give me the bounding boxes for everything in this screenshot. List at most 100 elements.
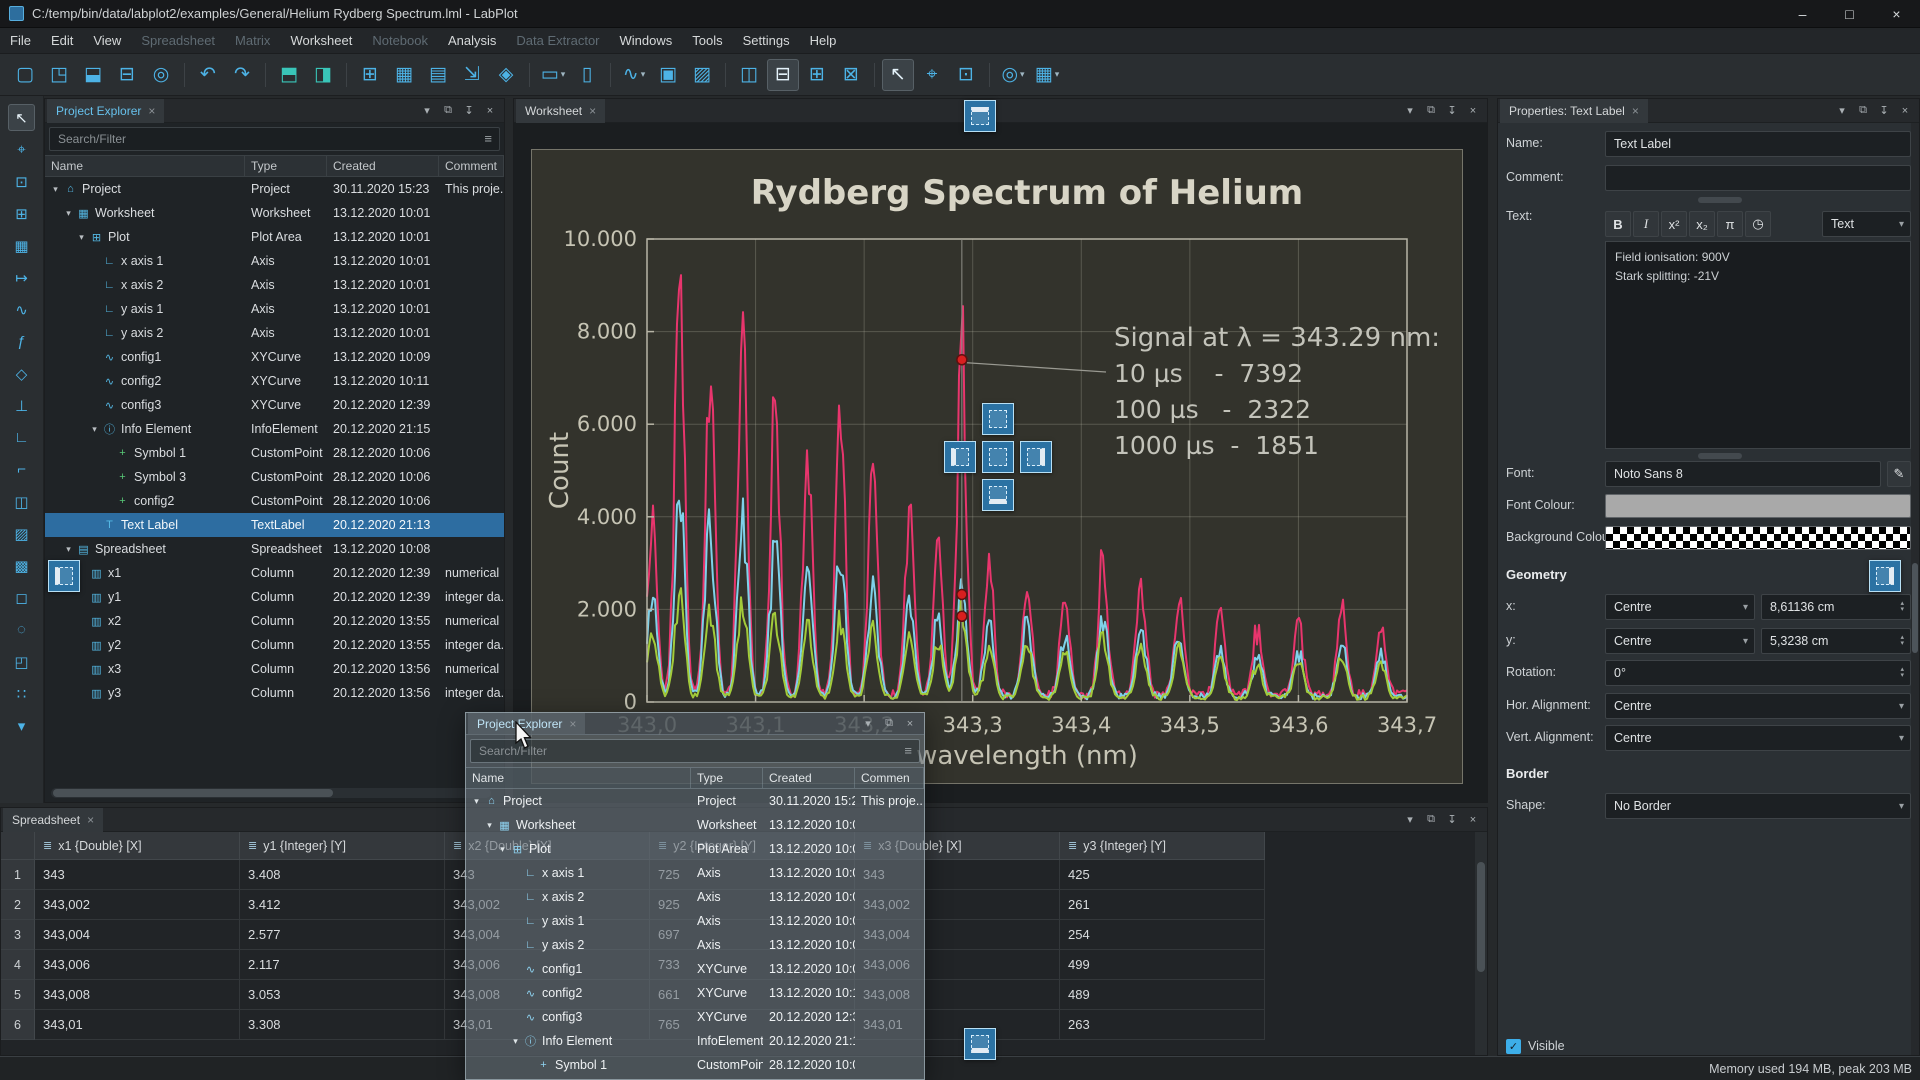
expander-icon[interactable]: ▾ xyxy=(483,820,496,831)
subscript-button[interactable]: x₂ xyxy=(1689,211,1715,237)
menu-view[interactable]: View xyxy=(83,28,131,53)
y-anchor-select[interactable]: Centre▾ xyxy=(1605,628,1755,654)
tree-row-y2[interactable]: ▥y2Column20.12.2020 13:55integer da... xyxy=(45,633,504,657)
rotation-spinbox[interactable]: 0° ▴▾ xyxy=(1605,660,1911,686)
sheet-cell[interactable]: 425 xyxy=(1060,860,1265,890)
add-legend-button[interactable]: ⌐ xyxy=(8,456,35,483)
row-number[interactable]: 2 xyxy=(1,890,35,920)
tree-row-project[interactable]: ▾⌂ProjectProject30.11.2020 15:23This pro… xyxy=(466,789,924,813)
dock-close-button[interactable]: × xyxy=(481,102,499,120)
dock-close-button[interactable]: × xyxy=(1464,102,1482,120)
tree-row-config2[interactable]: +config2CustomPoint28.12.2020 10:06 xyxy=(45,489,504,513)
new-worksheet-button[interactable]: ▭▾ xyxy=(537,59,569,91)
dock-float-button[interactable]: ⧉ xyxy=(1854,102,1872,120)
sheet-cell[interactable]: 343,002 xyxy=(35,890,240,920)
dock-menu-button[interactable]: ▾ xyxy=(1401,811,1419,829)
row-number[interactable]: 4 xyxy=(1,950,35,980)
expander-icon[interactable]: ▾ xyxy=(509,1036,522,1047)
dock-pin-button[interactable]: ↧ xyxy=(1443,102,1461,120)
dock-close-button[interactable]: × xyxy=(901,715,919,733)
sheet-cell[interactable]: 343 xyxy=(35,860,240,890)
dock-float-button[interactable]: ⧉ xyxy=(880,715,898,733)
dock-indicator-down[interactable] xyxy=(982,479,1014,511)
column-header-type[interactable]: Type xyxy=(691,768,763,788)
tab-worksheet[interactable]: Worksheet × xyxy=(516,99,605,123)
sheet-cell[interactable]: 499 xyxy=(1060,950,1265,980)
region-ellipse-button[interactable]: ◌ xyxy=(8,616,35,643)
add-image-button[interactable]: ▨ xyxy=(8,520,35,547)
tab-close-icon[interactable]: × xyxy=(1632,104,1639,118)
x-anchor-select[interactable]: Centre▾ xyxy=(1605,594,1755,620)
add-function-button[interactable]: ƒ xyxy=(8,328,35,355)
select-tool-button[interactable]: ↖ xyxy=(882,59,914,91)
tab-close-icon[interactable]: × xyxy=(87,813,94,827)
tree-row-y-axis-1[interactable]: ∟y axis 1Axis13.12.2020 10:01 xyxy=(466,909,924,933)
name-field[interactable] xyxy=(1605,131,1911,157)
tree-row-x-axis-2[interactable]: ∟x axis 2Axis13.12.2020 10:01 xyxy=(45,273,504,297)
filter-icon[interactable]: ≡ xyxy=(904,743,912,758)
shape-select[interactable]: No Border▾ xyxy=(1605,793,1911,819)
sheet-cell[interactable]: 3.053 xyxy=(240,980,445,1010)
sheet-cell[interactable]: 343,01 xyxy=(35,1010,240,1040)
dock-pin-button[interactable]: ↧ xyxy=(1443,811,1461,829)
sheet-cell[interactable]: 343,004 xyxy=(35,920,240,950)
dock-menu-button[interactable]: ▾ xyxy=(1401,102,1419,120)
sheet-cell[interactable]: 261 xyxy=(1060,890,1265,920)
scrollbar-thumb[interactable] xyxy=(1912,563,1918,653)
tree-row-info-element[interactable]: ▾ⓘInfo ElementInfoElement20.12.2020 21:1… xyxy=(466,1029,924,1053)
new-text-label-button[interactable]: ▣ xyxy=(652,59,684,91)
dock-menu-button[interactable]: ▾ xyxy=(418,102,436,120)
menu-settings[interactable]: Settings xyxy=(733,28,800,53)
layout-horizontal-button[interactable]: ⊟ xyxy=(767,59,799,91)
dock-indicator-left[interactable] xyxy=(944,441,976,473)
tree-row-spreadsheet[interactable]: ▾▤SpreadsheetSpreadsheet13.12.2020 10:08 xyxy=(45,537,504,561)
sheet-cell[interactable]: 343,008 xyxy=(35,980,240,1010)
sheet-cell[interactable]: 254 xyxy=(1060,920,1265,950)
tree-row-info-element[interactable]: ▾ⓘInfo ElementInfoElement20.12.2020 21:1… xyxy=(45,417,504,441)
y-position-spinbox[interactable]: 5,3238 cm ▴▾ xyxy=(1761,628,1911,654)
axis-vertical-button[interactable]: ∟ xyxy=(8,424,35,451)
column-header-name[interactable]: Name xyxy=(466,768,691,788)
grid-settings-button[interactable]: ▦▾ xyxy=(1031,59,1063,91)
shift-right-button[interactable]: ↦ xyxy=(8,264,35,291)
scrollbar-thumb[interactable] xyxy=(1477,862,1485,972)
tree-row-y-axis-2[interactable]: ∟y axis 2Axis13.12.2020 10:01 xyxy=(466,933,924,957)
print-preview-button[interactable]: ◎ xyxy=(145,59,177,91)
expander-icon[interactable]: ▾ xyxy=(496,844,509,855)
menu-edit[interactable]: Edit xyxy=(41,28,83,53)
overflow-button[interactable]: ▾ xyxy=(8,712,35,739)
splitter-handle[interactable] xyxy=(1698,197,1742,203)
font-colour-swatch[interactable] xyxy=(1605,494,1911,518)
zoom-region-button[interactable]: ⊡ xyxy=(8,168,35,195)
zoom-select-tool-button[interactable]: ⊡ xyxy=(950,59,982,91)
tab-close-icon[interactable]: × xyxy=(589,104,596,118)
tile-columns-button[interactable]: ◨ xyxy=(307,59,339,91)
save-project-button[interactable]: ⬓ xyxy=(77,59,109,91)
redo-button[interactable]: ↷ xyxy=(226,59,258,91)
tree-row-x-axis-2[interactable]: ∟x axis 2Axis13.12.2020 10:01 xyxy=(466,885,924,909)
expander-icon[interactable]: ▾ xyxy=(470,796,483,807)
dock-indicator-edge-left[interactable] xyxy=(48,560,80,592)
close-button[interactable]: × xyxy=(1873,0,1920,28)
row-number[interactable]: 6 xyxy=(1,1010,35,1040)
sheet-cell[interactable]: 2.117 xyxy=(240,950,445,980)
dock-indicator-edge-right[interactable] xyxy=(1869,560,1901,592)
column-header-comment[interactable]: Comment xyxy=(439,156,504,176)
dock-indicator-right[interactable] xyxy=(1020,441,1052,473)
visible-checkbox[interactable]: ✓ xyxy=(1506,1039,1521,1054)
add-plot-area-button[interactable]: ◫ xyxy=(8,488,35,515)
dock-menu-button[interactable]: ▾ xyxy=(859,715,877,733)
tree-row-config2[interactable]: ∿config2XYCurve13.12.2020 10:11 xyxy=(466,981,924,1005)
expander-icon[interactable]: ▾ xyxy=(62,208,75,219)
dock-menu-button[interactable]: ▾ xyxy=(1833,102,1851,120)
tree-row-y-axis-1[interactable]: ∟y axis 1Axis13.12.2020 10:01 xyxy=(45,297,504,321)
menu-file[interactable]: File xyxy=(0,28,41,53)
tree-row-x-axis-1[interactable]: ∟x axis 1Axis13.12.2020 10:01 xyxy=(466,861,924,885)
tree-row-y3[interactable]: ▥y3Column20.12.2020 13:56integer da... xyxy=(45,681,504,705)
tree-row-symbol-3[interactable]: +Symbol 3CustomPoint28.12.2020 10:06 xyxy=(45,465,504,489)
column-header-type[interactable]: Type xyxy=(245,156,327,176)
add-symbol-button[interactable]: ◇ xyxy=(8,360,35,387)
dock-pin-button[interactable]: ↧ xyxy=(460,102,478,120)
dock-close-button[interactable]: × xyxy=(1464,811,1482,829)
tile-rows-button[interactable]: ⬒ xyxy=(273,59,305,91)
